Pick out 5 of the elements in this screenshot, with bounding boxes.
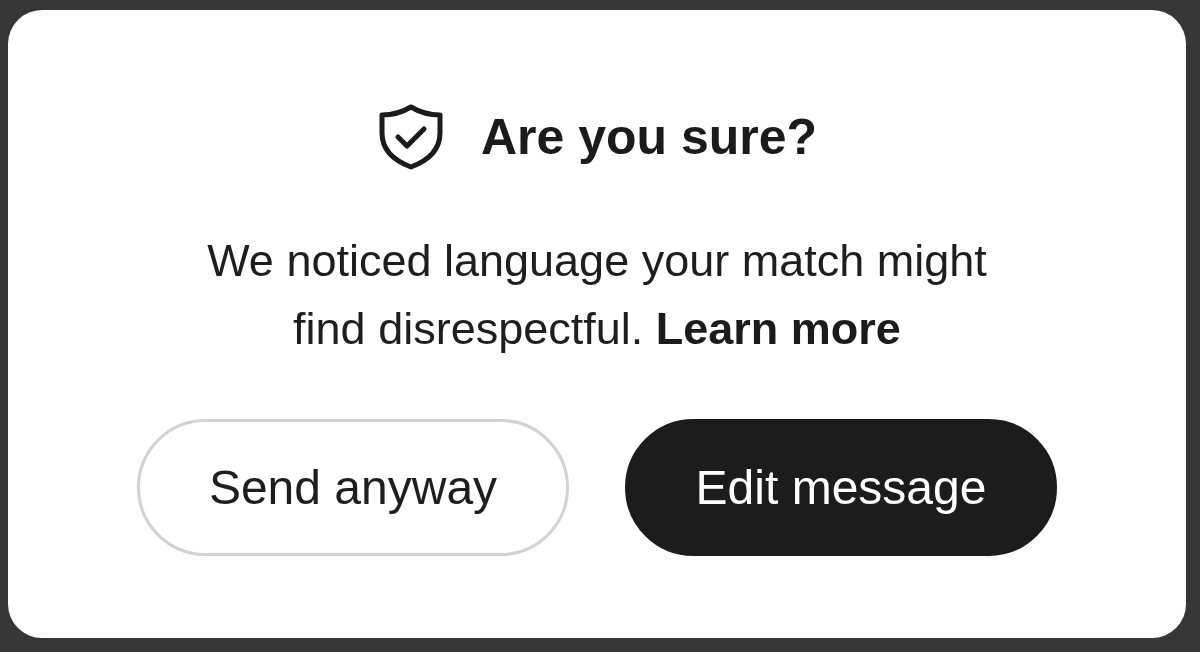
learn-more-link[interactable]: Learn more [655, 303, 901, 354]
warning-message: We noticed language your match might find disrespectful. Learn more [206, 234, 988, 356]
send-anyway-button[interactable]: Send anyway [137, 419, 569, 556]
dialog-title: Are you sure? [480, 108, 818, 167]
edit-message-button[interactable]: Edit message [625, 419, 1057, 556]
